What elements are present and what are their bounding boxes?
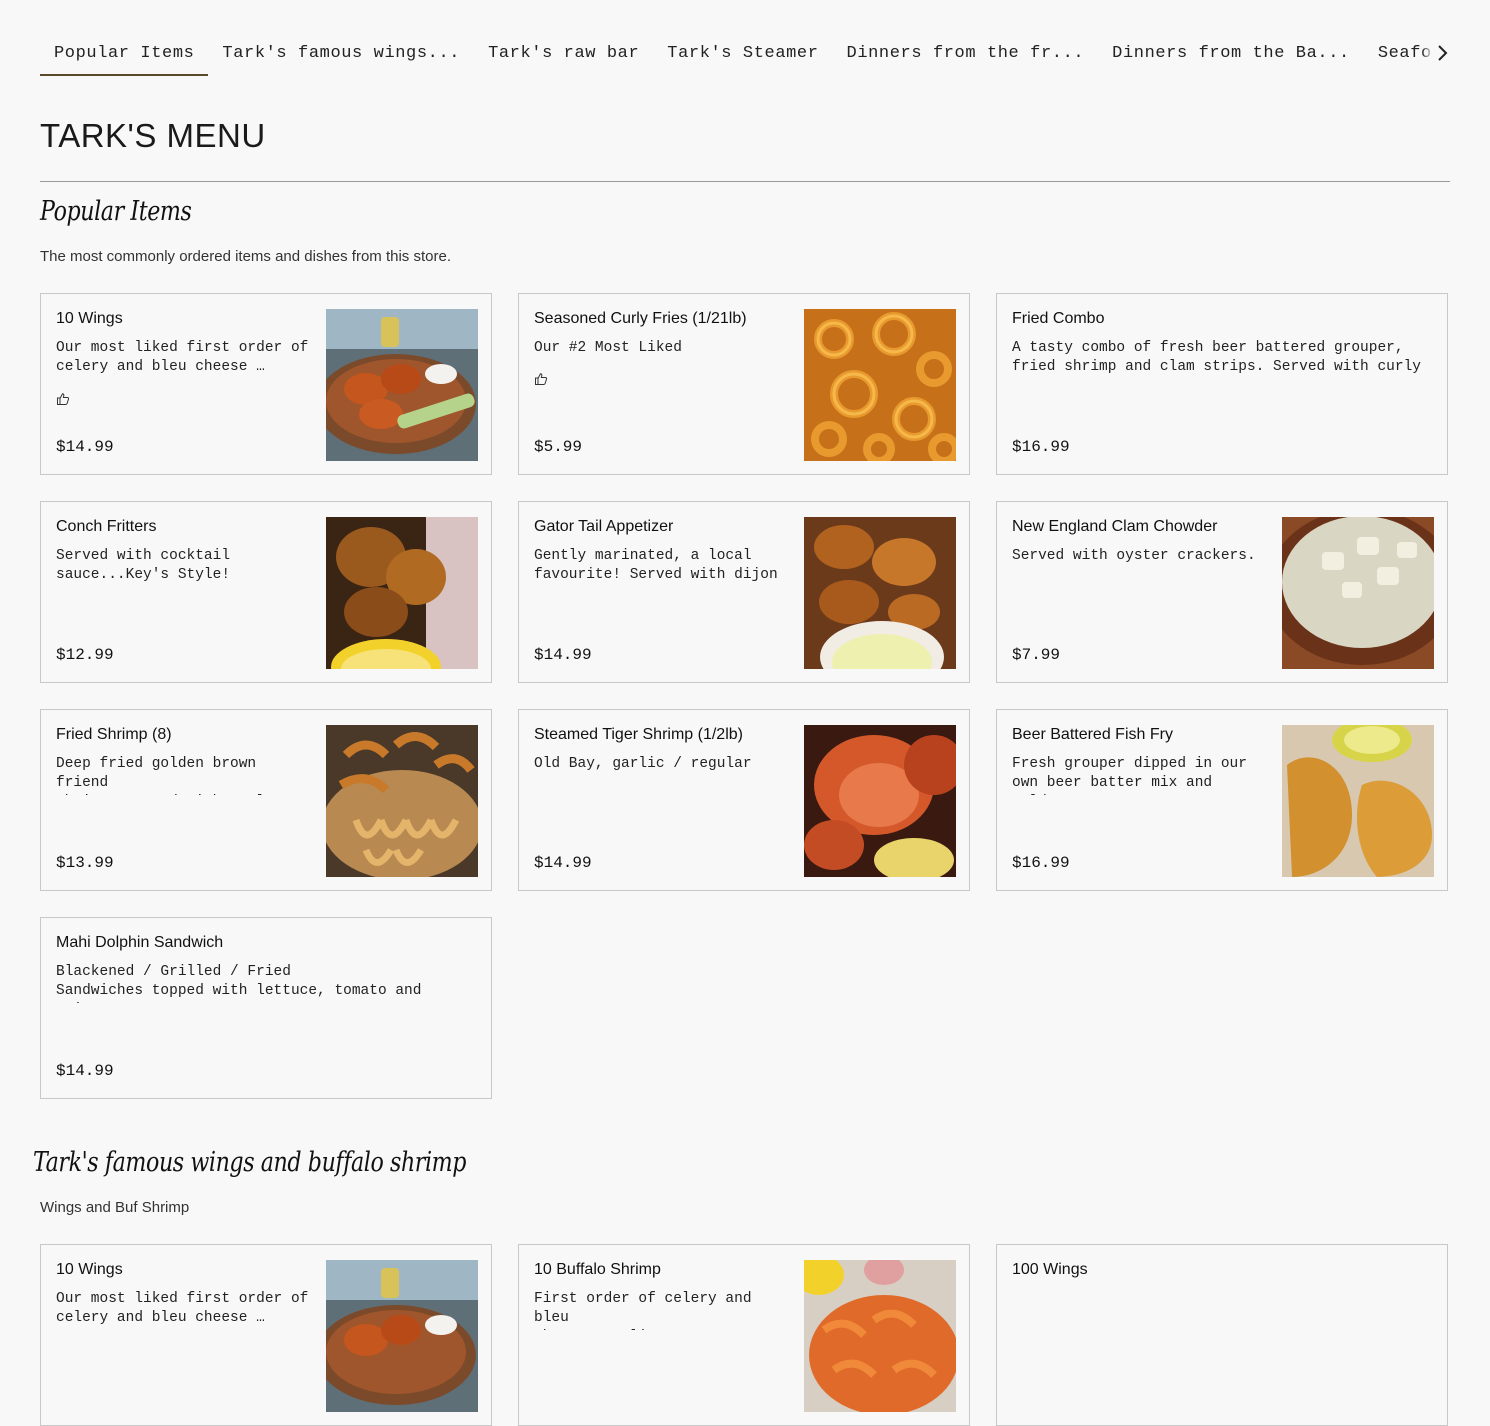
item-price: $16.99 [1012,854,1070,872]
item-description: Blackened / Grilled / Fried Sandwiches t… [56,964,422,1003]
item-name: 10 Buffalo Shrimp [534,1261,661,1278]
item-name: Beer Battered Fish Fry [1012,726,1173,743]
item-price: $14.99 [56,1062,114,1080]
item-name: Steamed Tiger Shrimp (1/2lb) [534,726,743,743]
item-price: $14.99 [534,646,592,664]
menu-item-card[interactable]: 10 Wings Our most liked first order of c… [40,293,492,475]
menu-item-card[interactable]: Gator Tail Appetizer Gently marinated, a… [518,501,970,683]
item-name: 10 Wings [56,1261,123,1278]
thumbs-up-icon [56,392,70,411]
thumbs-up-icon [534,372,548,391]
item-description: Deep fried golden brown friend shrimps s… [56,756,291,795]
wings-photo [326,1260,478,1412]
tab-famous-wings[interactable]: Tark's famous wings... [208,30,474,74]
item-description: Our most liked first order of celery and… [56,1291,309,1326]
item-description: Served with cocktail sauce...Key's Style… [56,548,231,583]
item-name: Seasoned Curly Fries (1/21lb) [534,310,747,327]
item-description: A tasty combo of fresh beer battered gro… [1012,340,1421,379]
item-price: $16.99 [1012,438,1070,456]
section-title-wings: Tark's famous wings and buffalo shrimp [33,1147,466,1178]
menu-item-card[interactable]: New England Clam Chowder Served with oys… [996,501,1448,683]
fish-fry-photo [1282,725,1434,877]
section-description-popular: The most commonly ordered items and dish… [40,248,451,265]
category-tabs: Popular Items Tark's famous wings... Tark'… [40,30,1450,76]
item-name: 10 Wings [56,310,123,327]
tab-popular-items[interactable]: Popular Items [40,30,209,76]
menu-item-card[interactable]: Conch Fritters Served with cocktail sauc… [40,501,492,683]
tab-steamer[interactable]: Tark's Steamer [653,30,832,74]
tiger-shrimp-photo [804,725,956,877]
clam-chowder-photo [1282,517,1434,669]
item-name: Mahi Dolphin Sandwich [56,934,224,951]
menu-item-card[interactable]: 100 Wings [996,1244,1448,1426]
item-name: 100 Wings [1012,1261,1088,1278]
section-title-popular: Popular Items [40,196,192,227]
menu-item-card[interactable]: 10 Wings Our most liked first order of c… [40,1244,492,1426]
item-price: $7.99 [1012,646,1061,664]
item-name: Fried Combo [1012,310,1105,327]
chevron-right-icon[interactable] [1422,30,1450,76]
item-price: $13.99 [56,854,114,872]
gator-tail-photo [804,517,956,669]
section-description-wings: Wings and Buf Shrimp [40,1199,190,1216]
item-description: Fresh grouper dipped in our own beer bat… [1012,756,1247,795]
item-description: Our most liked first order of celery and… [56,340,309,375]
item-name: New England Clam Chowder [1012,518,1218,535]
item-name: Conch Fritters [56,518,157,535]
item-price: $5.99 [534,438,583,456]
divider [40,181,1450,182]
tab-dinners-fryer[interactable]: Dinners from the fr... [833,30,1099,74]
menu-item-card[interactable]: Seasoned Curly Fries (1/21lb) Our #2 Mos… [518,293,970,475]
item-description: Gently marinated, a local favourite! Ser… [534,548,778,587]
menu-item-card[interactable]: Mahi Dolphin Sandwich Blackened / Grille… [40,917,492,1099]
menu-item-card[interactable]: Steamed Tiger Shrimp (1/2lb) Old Bay, ga… [518,709,970,891]
item-price: $14.99 [534,854,592,872]
item-description: Served with oyster crackers. [1012,548,1256,564]
menu-item-card[interactable]: Fried Combo A tasty combo of fresh beer … [996,293,1448,475]
curly-fries-photo [804,309,956,461]
item-name: Fried Shrimp (8) [56,726,172,743]
item-name: Gator Tail Appetizer [534,518,674,535]
conch-fritters-photo [326,517,478,669]
page-title: TARK'S MENU [40,117,266,154]
menu-item-card[interactable]: Fried Shrimp (8) Deep fried golden brown… [40,709,492,891]
menu-item-card[interactable]: Beer Battered Fish Fry Fresh grouper dip… [996,709,1448,891]
item-price: $12.99 [56,646,114,664]
fried-shrimp-photo [326,725,478,877]
item-description: Old Bay, garlic / regular [534,756,752,772]
tab-raw-bar[interactable]: Tark's raw bar [474,30,653,74]
buffalo-shrimp-photo [804,1260,956,1412]
item-description: First order of celery and bleu cheese co… [534,1291,752,1330]
tab-dinners-ba[interactable]: Dinners from the Ba... [1098,30,1364,74]
item-price: $14.99 [56,438,114,456]
menu-item-card[interactable]: 10 Buffalo Shrimp First order of celery … [518,1244,970,1426]
wings-photo [326,309,478,461]
item-description: Our #2 Most Liked [534,340,682,356]
